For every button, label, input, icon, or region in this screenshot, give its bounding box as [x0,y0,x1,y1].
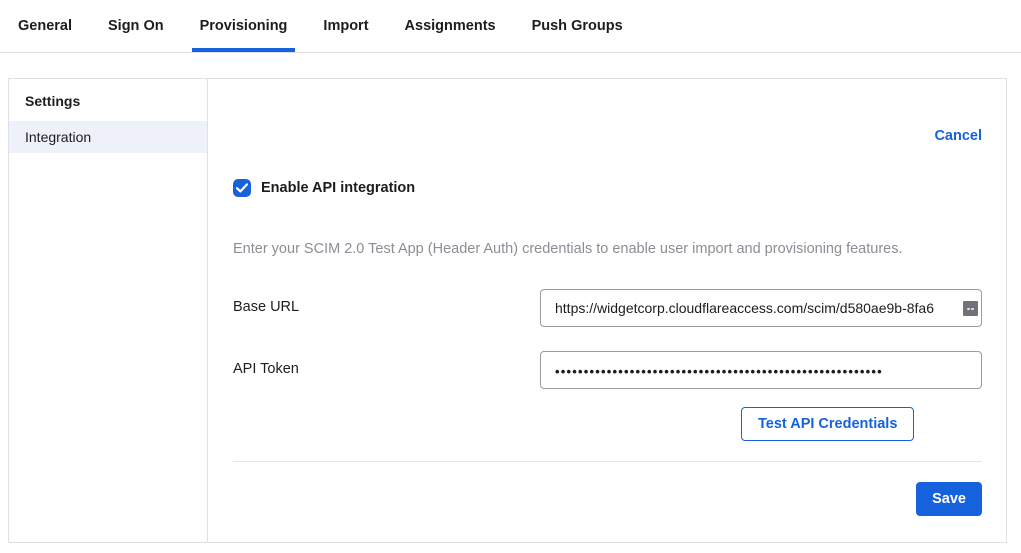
enable-api-row: Enable API integration [233,179,982,197]
base-url-field-row: Base URL https://widgetcorp.cloudflareac… [233,289,982,327]
credentials-description: Enter your SCIM 2.0 Test App (Header Aut… [233,239,982,259]
tab-assignments[interactable]: Assignments [405,0,496,52]
test-credentials-row: Test API Credentials [233,407,982,441]
tab-import[interactable]: Import [323,0,368,52]
test-api-credentials-button[interactable]: Test API Credentials [741,407,914,441]
sidebar-header-settings: Settings [9,79,207,121]
api-token-input[interactable]: ••••••••••••••••••••••••••••••••••••••••… [540,351,982,389]
base-url-input[interactable]: https://widgetcorp.cloudflareaccess.com/… [540,289,982,327]
integration-settings-form: Cancel Enable API integration Enter your… [208,79,1006,542]
checkmark-icon [236,183,248,193]
tab-push-groups[interactable]: Push Groups [532,0,623,52]
save-row: Save [233,482,982,516]
sidebar-item-integration[interactable]: Integration [9,121,207,153]
cancel-button[interactable]: Cancel [934,128,982,144]
tab-provisioning[interactable]: Provisioning [200,0,288,52]
enable-api-label: Enable API integration [261,180,415,196]
app-tab-bar: General Sign On Provisioning Import Assi… [0,0,1021,53]
provisioning-panel: Settings Integration Cancel Enable API i… [8,78,1007,543]
base-url-value: https://widgetcorp.cloudflareaccess.com/… [555,300,934,316]
api-token-label: API Token [233,351,540,377]
enable-api-checkbox[interactable] [233,179,251,197]
api-token-field-row: API Token ••••••••••••••••••••••••••••••… [233,351,982,389]
tab-general[interactable]: General [18,0,72,52]
save-button[interactable]: Save [916,482,982,516]
form-footer-divider [233,461,982,462]
settings-sidebar: Settings Integration [9,79,208,542]
api-token-masked-value: ••••••••••••••••••••••••••••••••••••••••… [555,362,883,379]
base-url-label: Base URL [233,289,540,315]
text-overflow-marker-icon [963,301,978,316]
cancel-row: Cancel [233,127,982,145]
tab-sign-on[interactable]: Sign On [108,0,164,52]
